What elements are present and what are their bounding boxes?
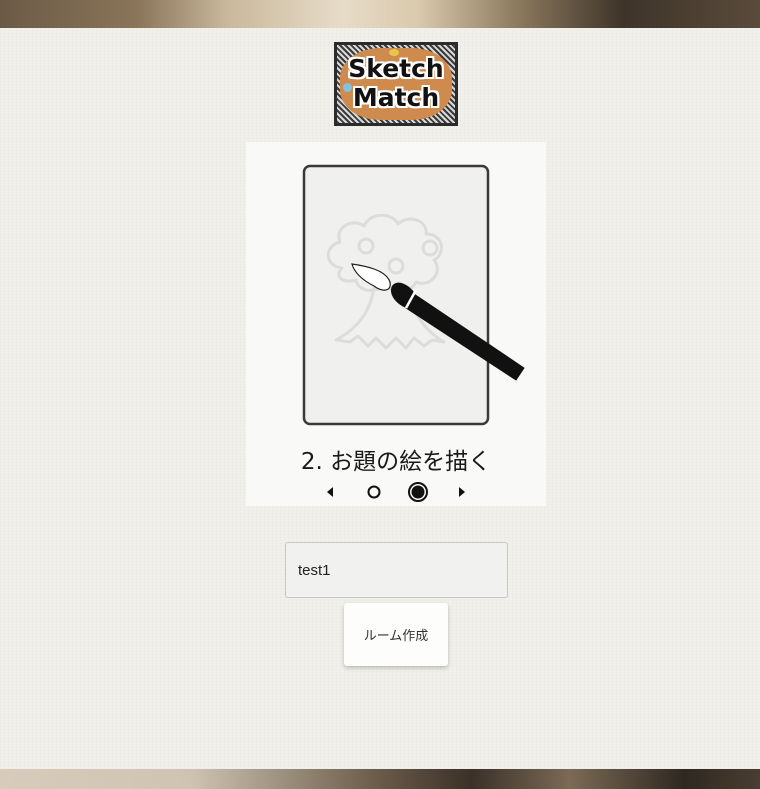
- logo-text-sketch: Sketch: [348, 54, 444, 83]
- tutorial-carousel: 2. お題の絵を描く: [246, 142, 546, 506]
- triangle-right-icon: [459, 487, 465, 497]
- drawing-step-illustration: [302, 164, 525, 426]
- carousel-next-button[interactable]: [450, 480, 474, 504]
- carousel-dot-step-1[interactable]: [362, 480, 386, 504]
- step-caption: 2. お題の絵を描く: [300, 449, 492, 475]
- background-photo-bottom: [0, 769, 760, 789]
- background-photo-top: [0, 0, 760, 28]
- carousel-dot-step-2-active[interactable]: [406, 480, 430, 504]
- carousel-navigation: [246, 480, 546, 504]
- triangle-left-icon: [327, 487, 333, 497]
- logo-text-match: Match: [352, 83, 440, 112]
- sketch-match-logo: Sketch Match: [334, 42, 458, 126]
- carousel-prev-button[interactable]: [318, 480, 342, 504]
- main-content: Sketch Match 2. お題の絵を描く test1 ルーム作成: [0, 28, 760, 769]
- room-name-input[interactable]: [285, 542, 508, 598]
- create-room-button[interactable]: ルーム作成: [344, 603, 448, 666]
